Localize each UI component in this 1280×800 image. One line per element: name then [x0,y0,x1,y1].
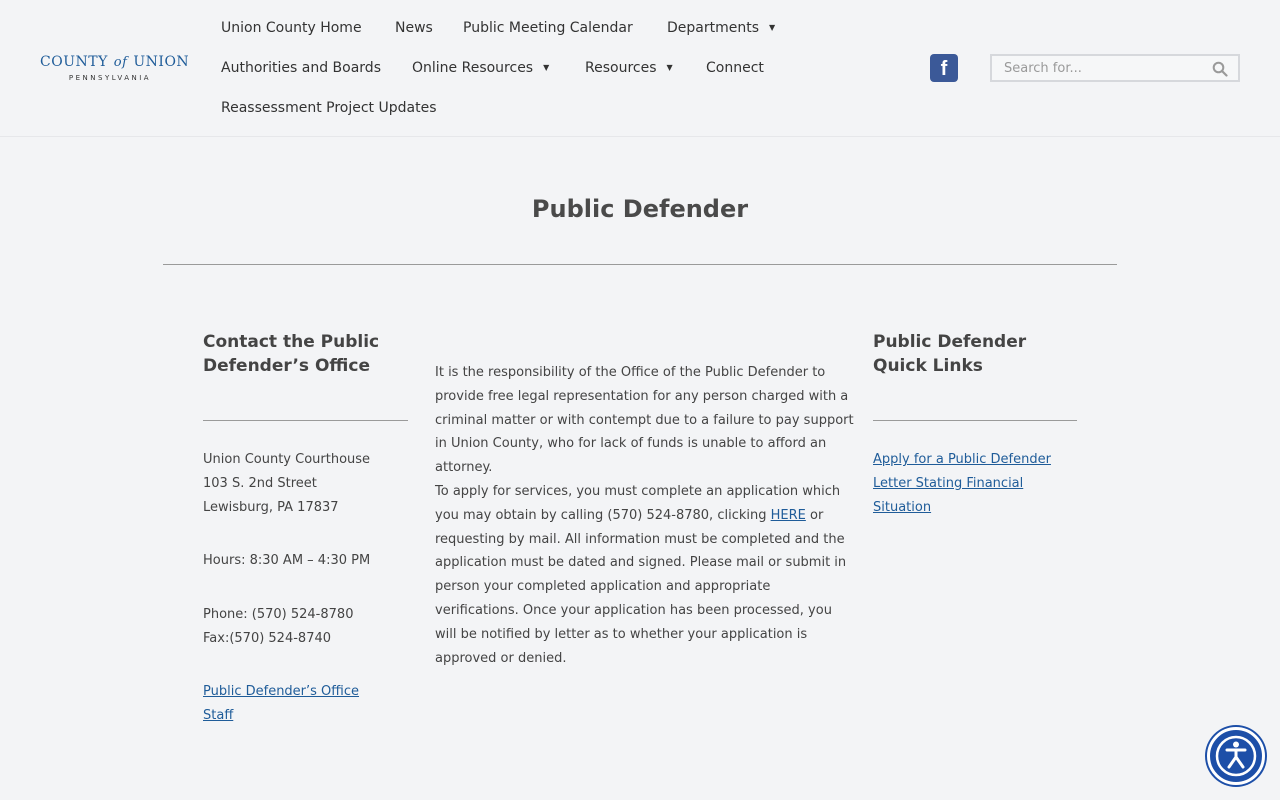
nav-news[interactable]: News [395,19,433,37]
contact-heading-line: Contact the Public [203,332,380,352]
logo-county: COUNTY [40,54,108,70]
quicklinks-heading-line: Quick Links [873,356,983,376]
contact-divider [203,420,408,421]
nav-label: Authorities and Boards [221,60,381,76]
caret-down-icon: ▼ [666,63,673,72]
site-header: COUNTY of UNION PENNSYLVANIA Union Count… [0,0,1280,137]
logo-of: of [113,55,128,70]
nav-online-resources[interactable]: Online Resources ▼ [412,59,549,77]
apply-public-defender-letter-link[interactable]: Apply for a Public Defender Letter Statin… [873,452,1051,515]
caret-down-icon: ▼ [543,63,550,72]
application-here-link[interactable]: HERE [771,508,806,523]
staff-link-block: Public Defender’s Office Staff [203,680,413,728]
nav-authorities-and-boards[interactable]: Authorities and Boards [221,59,381,77]
contact-phone-fax: Phone: (570) 524-8780 Fax:(570) 524-8740 [203,603,413,651]
search-box [990,54,1240,82]
facebook-icon[interactable]: f [930,54,958,82]
link-line: Apply for a Public Defender [873,452,1051,467]
contact-heading-line: Defender’s Office [203,356,370,376]
county-logo[interactable]: COUNTY of UNION PENNSYLVANIA [40,54,189,84]
address-line: Lewisburg, PA 17837 [203,500,339,515]
fax-number: Fax:(570) 524-8740 [203,631,332,646]
nav-label: Public Meeting Calendar [463,20,633,36]
nav-label: Departments [667,20,760,36]
quicklinks-heading: Public Defender Quick Links [873,330,1083,378]
nav-label: News [395,20,433,36]
nav-label: Resources [585,60,657,76]
link-line: Letter Stating Financial [873,476,1024,491]
office-staff-link[interactable]: Public Defender’s Office Staff [203,684,359,723]
nav-union-county-home[interactable]: Union County Home [221,19,362,37]
link-line: Public Defender’s Office [203,684,360,699]
caret-down-icon: ▼ [769,23,776,32]
logo-state: PENNSYLVANIA [68,74,152,82]
office-hours: Hours: 8:30 AM – 4:30 PM [203,553,371,568]
contact-heading: Contact the Public Defender’s Office [203,330,413,378]
nav-connect[interactable]: Connect [706,59,764,77]
quicklinks-list: Apply for a Public Defender Letter Statin… [873,448,1093,520]
search-input[interactable] [992,56,1202,80]
nav-reassessment-project-updates[interactable]: Reassessment Project Updates [221,99,437,117]
nav-label: Online Resources [412,60,534,76]
address-line: Union County Courthouse [203,452,371,467]
accessibility-icon [1215,735,1257,777]
quicklinks-divider [873,420,1077,421]
phone-number: Phone: (570) 524-8780 [203,607,354,622]
intro-paragraph: It is the responsibility of the Office o… [435,365,854,476]
quicklinks-heading-line: Public Defender [873,332,1027,352]
contact-address: Union County Courthouse 103 S. 2nd Stree… [203,448,413,520]
nav-resources[interactable]: Resources ▼ [585,59,673,77]
paragraph-text: or requesting by mail. All information m… [435,507,847,666]
title-divider [163,264,1117,265]
address-line: 103 S. 2nd Street [203,476,317,491]
logo-union: UNION [133,54,190,70]
page-title: Public Defender [531,195,749,223]
nav-departments[interactable]: Departments ▼ [667,19,775,37]
nav-public-meeting-calendar[interactable]: Public Meeting Calendar [463,19,633,37]
link-line: Situation [873,500,932,515]
link-line: Staff [203,708,234,723]
logo-wordmark: COUNTY of UNION [40,54,189,71]
accessibility-button[interactable] [1207,727,1265,785]
nav-label: Connect [706,60,764,76]
main-content: It is the responsibility of the Office o… [435,361,855,670]
search-icon[interactable] [1212,61,1228,77]
application-paragraph: To apply for services, you must complete… [435,480,855,670]
facebook-glyph: f [940,58,948,80]
nav-label: Reassessment Project Updates [221,100,437,116]
nav-label: Union County Home [221,20,362,36]
